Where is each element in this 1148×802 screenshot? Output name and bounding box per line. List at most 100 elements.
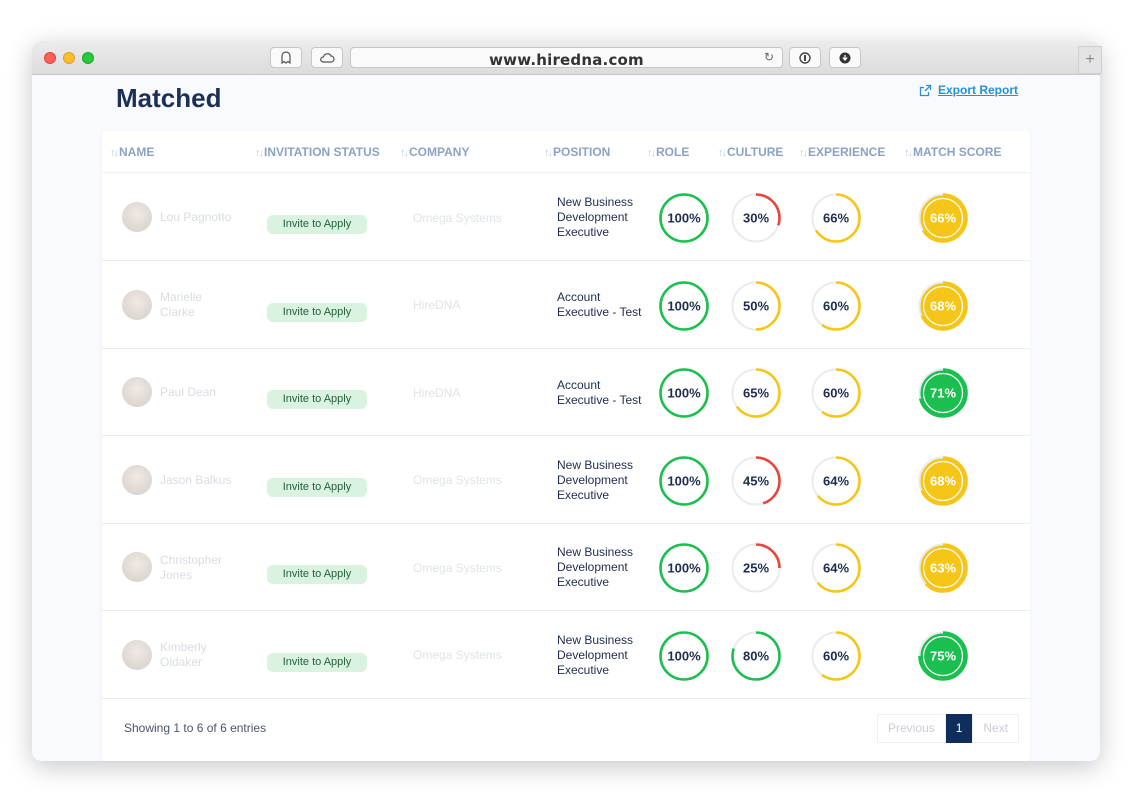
role-score: 100% xyxy=(658,367,710,424)
match-score-ring: 68% xyxy=(918,280,968,331)
sort-icon: ↑↓ xyxy=(110,147,119,159)
position-title: Account Executive - Test xyxy=(557,290,642,319)
experience-score: 64% xyxy=(810,455,862,512)
position-title: New Business Development Executive xyxy=(557,457,634,502)
candidate-name[interactable]: Paul Dean xyxy=(160,349,240,436)
avatar xyxy=(122,289,152,320)
column-header-role[interactable]: ↑↓ ROLE xyxy=(647,145,689,159)
close-window-button[interactable] xyxy=(44,52,56,64)
culture-score-value: 30% xyxy=(743,211,769,226)
culture-score: 80% xyxy=(730,630,782,687)
culture-score-value: 45% xyxy=(743,473,769,488)
position-title: New Business Development Executive xyxy=(557,632,634,677)
company-name: HireDNA xyxy=(413,298,461,312)
experience-score-ring: 66% xyxy=(811,193,861,243)
culture-score-value: 50% xyxy=(743,298,769,313)
column-header-culture[interactable]: ↑↓ CULTURE xyxy=(718,145,783,159)
candidate-name[interactable]: Christopher Jones xyxy=(160,524,240,611)
password-icon[interactable] xyxy=(789,47,821,68)
candidate-name[interactable]: Jason Balkus xyxy=(160,437,240,524)
role-score-value: 100% xyxy=(667,561,701,576)
column-header-name[interactable]: ↑↓ NAME xyxy=(110,145,154,159)
minimize-window-button[interactable] xyxy=(63,52,75,64)
experience-score-value: 64% xyxy=(823,561,849,576)
match-score: 68% xyxy=(917,455,969,512)
tab-ghost-icon[interactable] xyxy=(270,47,302,68)
avatar xyxy=(122,377,152,407)
culture-score-value: 25% xyxy=(743,561,769,576)
experience-score: 60% xyxy=(810,280,862,337)
experience-score-ring: 60% xyxy=(811,630,861,681)
column-header-position[interactable]: ↑↓ POSITION xyxy=(544,145,610,159)
role-score-value: 100% xyxy=(667,648,701,663)
pagination: Previous 1 Next xyxy=(877,714,1020,743)
candidate-name[interactable]: Marielle Clarke xyxy=(160,262,240,349)
browser-window: www.hiredna.com ↻ Matched Export Report … xyxy=(32,41,1100,761)
table-row[interactable]: Kimberly Oldaker Invite to Apply Omega Sys… xyxy=(102,612,1030,699)
candidate-name[interactable]: Lou Pagnotto xyxy=(160,174,240,261)
new-tab-button[interactable]: + xyxy=(1078,46,1102,74)
experience-score-ring: 60% xyxy=(811,280,861,331)
experience-score: 60% xyxy=(810,630,862,687)
column-header-experience[interactable]: ↑↓ EXPERIENCE xyxy=(799,145,885,159)
table-row[interactable]: Jason Balkus Invite to Apply Omega Systems… xyxy=(102,437,1030,524)
table-row[interactable]: Paul Dean Invite to Apply HireDNA Account E… xyxy=(102,349,1030,436)
match-score-value: 63% xyxy=(930,561,956,576)
avatar xyxy=(122,552,152,582)
position-title: New Business Development Executive xyxy=(557,545,634,589)
culture-score: 30% xyxy=(730,192,782,249)
role-score: 100% xyxy=(658,630,710,687)
match-score-ring: 68% xyxy=(918,455,968,506)
previous-page-button[interactable]: Previous xyxy=(877,714,946,743)
match-score-value: 75% xyxy=(930,648,956,663)
invite-to-apply-button[interactable]: Invite to Apply xyxy=(267,390,367,409)
match-score: 71% xyxy=(917,367,969,424)
column-header-company[interactable]: ↑↓ COMPANY xyxy=(400,145,469,159)
invite-to-apply-button[interactable]: Invite to Apply xyxy=(267,302,367,322)
zoom-window-button[interactable] xyxy=(82,52,94,64)
cloud-icon[interactable] xyxy=(311,47,343,68)
match-score: 68% xyxy=(917,280,969,337)
reload-icon[interactable]: ↻ xyxy=(764,50,774,64)
export-report-link[interactable]: Export Report xyxy=(919,83,1018,97)
culture-score-value: 80% xyxy=(743,648,769,663)
culture-score: 65% xyxy=(730,367,782,424)
column-header-match-score[interactable]: ↑↓ MATCH SCORE xyxy=(904,145,1001,159)
column-header-invitation-status[interactable]: ↑↓ INVITATION STATUS xyxy=(255,145,380,159)
table-row[interactable]: Christopher Jones Invite to Apply Omega Sy… xyxy=(102,524,1030,611)
role-score-ring: 100% xyxy=(659,280,709,331)
sort-icon: ↑↓ xyxy=(718,147,727,159)
culture-score-ring: 45% xyxy=(731,455,781,506)
invite-to-apply-button[interactable]: Invite to Apply xyxy=(267,652,367,672)
experience-score-value: 60% xyxy=(823,648,849,663)
table-row[interactable]: Marielle Clarke Invite to Apply HireDNA Acc… xyxy=(102,262,1030,349)
experience-score-value: 66% xyxy=(823,211,849,226)
match-score-ring: 66% xyxy=(918,193,968,243)
invite-to-apply-button[interactable]: Invite to Apply xyxy=(267,477,367,497)
culture-score: 25% xyxy=(730,542,782,599)
page-title: Matched xyxy=(116,83,222,113)
company-name: HireDNA xyxy=(413,385,461,400)
sort-icon: ↑↓ xyxy=(647,147,656,159)
invite-to-apply-button[interactable]: Invite to Apply xyxy=(267,215,367,234)
address-bar[interactable]: www.hiredna.com ↻ xyxy=(350,47,783,69)
page-1-button[interactable]: 1 xyxy=(945,714,973,743)
culture-score: 50% xyxy=(730,280,782,337)
match-score-ring: 75% xyxy=(918,630,968,681)
match-score-value: 68% xyxy=(930,473,956,488)
culture-score: 45% xyxy=(730,455,782,512)
download-icon[interactable] xyxy=(829,47,861,68)
candidate-name[interactable]: Kimberly Oldaker xyxy=(160,612,240,699)
match-score-value: 68% xyxy=(930,298,956,313)
invite-to-apply-button[interactable]: Invite to Apply xyxy=(267,565,367,584)
match-score-ring: 71% xyxy=(918,368,968,418)
external-link-icon xyxy=(919,84,932,96)
role-score-ring: 100% xyxy=(659,630,709,681)
sort-icon: ↑↓ xyxy=(904,147,913,159)
table-row[interactable]: Lou Pagnotto Invite to Apply Omega Systems… xyxy=(102,174,1030,261)
match-score-value: 71% xyxy=(930,386,956,401)
experience-score: 60% xyxy=(810,367,862,424)
match-score-ring: 63% xyxy=(918,543,968,593)
next-page-button[interactable]: Next xyxy=(972,714,1020,743)
browser-titlebar: www.hiredna.com ↻ xyxy=(32,41,1100,75)
